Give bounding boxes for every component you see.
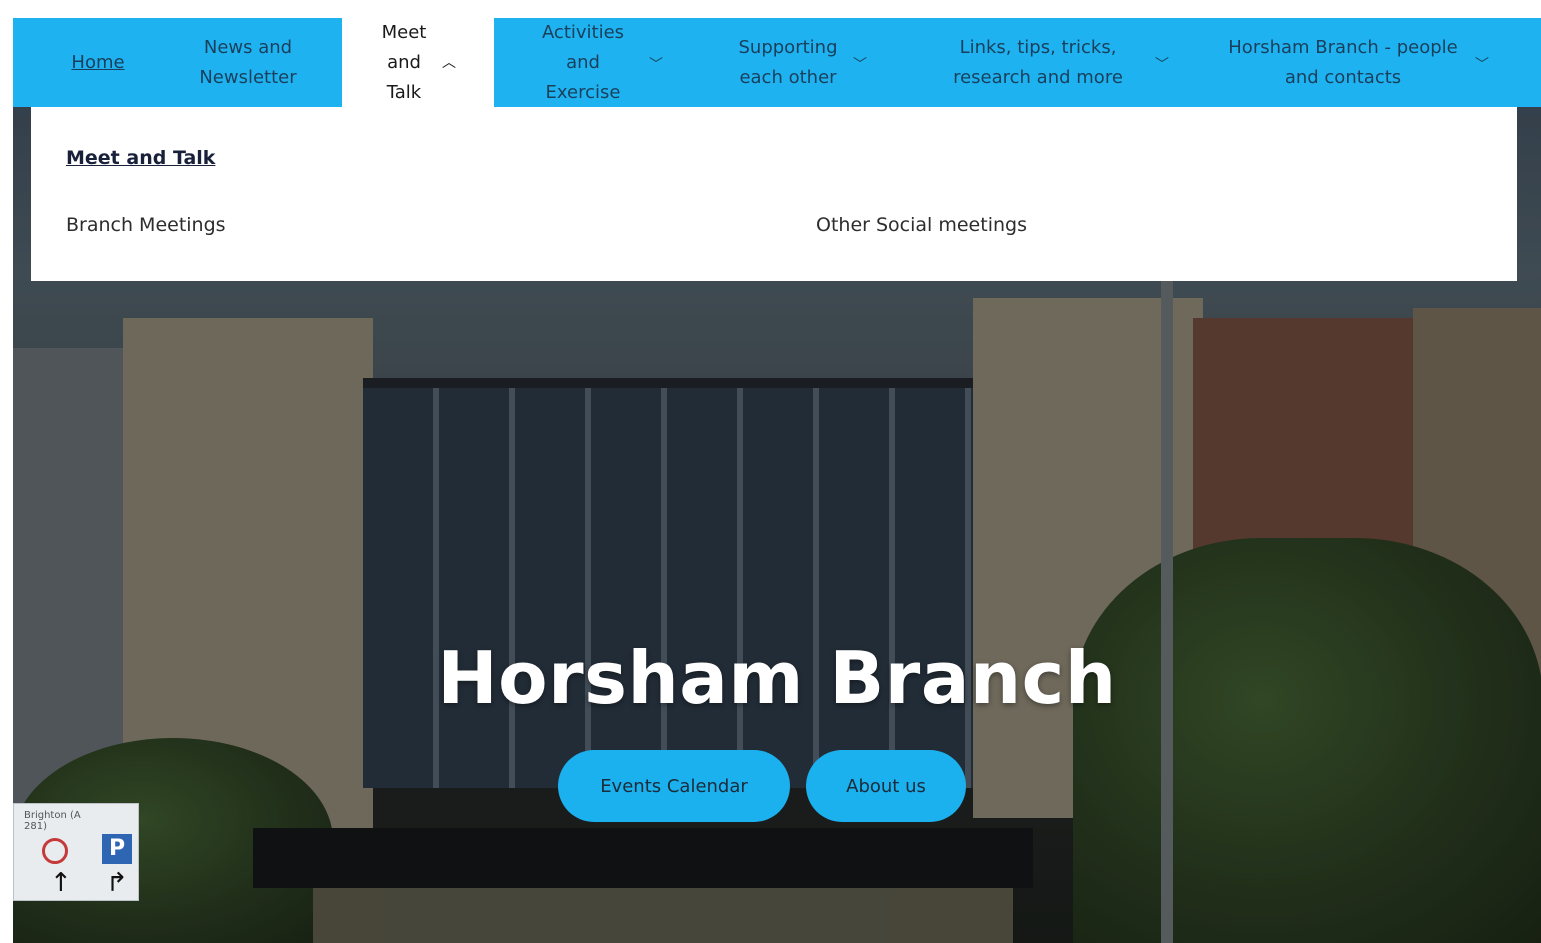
- nav-item-label: Links, tips, tricks, research and more: [953, 36, 1123, 88]
- nav-item-meet-and-talk[interactable]: Meet and Talk ︿: [342, 18, 494, 107]
- chevron-up-icon[interactable]: ︿: [442, 48, 456, 78]
- top-strip: [0, 0, 1541, 18]
- events-calendar-button[interactable]: Events Calendar: [558, 750, 790, 822]
- nav-item-label: Supporting each other: [738, 36, 838, 88]
- arrow-turn-right-icon: ↱: [106, 868, 128, 898]
- parking-sign-icon: P: [102, 834, 132, 864]
- hero-title: Horsham Branch: [437, 636, 1117, 720]
- dropdown-link-branch-meetings[interactable]: Branch Meetings: [66, 214, 226, 236]
- about-us-button[interactable]: About us: [806, 750, 966, 822]
- dropdown-title-link[interactable]: Meet and Talk: [66, 147, 215, 169]
- chevron-down-icon[interactable]: ﹀: [853, 50, 867, 80]
- nav-item-label: Activities and Exercise: [541, 21, 625, 103]
- no-entry-sign-icon: [42, 838, 68, 864]
- nav-item-news[interactable]: News and Newsletter: [183, 18, 313, 107]
- nav-item-links[interactable]: Links, tips, tricks, research and more ﹀: [923, 18, 1173, 107]
- arrow-up-icon: ↑: [50, 868, 72, 898]
- dropdown-link-other-social-meetings[interactable]: Other Social meetings: [816, 214, 1027, 236]
- nav-item-label: News and Newsletter: [199, 36, 297, 88]
- hero-buttons: Events Calendar About us: [13, 750, 1541, 822]
- chevron-down-icon[interactable]: ﹀: [649, 50, 663, 80]
- chevron-down-icon[interactable]: ﹀: [1155, 50, 1169, 80]
- nav-item-label: Meet and Talk: [381, 21, 427, 103]
- nav-item-activities[interactable]: Activities and Exercise ﹀: [513, 18, 673, 107]
- nav-item-horsham-branch[interactable]: Horsham Branch - people and contacts ﹀: [1223, 18, 1489, 107]
- nav-item-home[interactable]: Home: [53, 18, 143, 107]
- nav-item-supporting[interactable]: Supporting each other ﹀: [713, 18, 873, 107]
- chevron-down-icon[interactable]: ﹀: [1475, 50, 1489, 80]
- nav-item-label: Horsham Branch - people and contacts: [1228, 36, 1458, 88]
- main-nav: Home News and Newsletter Meet and Talk ︿…: [13, 18, 1541, 107]
- nav-item-label: Home: [71, 51, 125, 73]
- meet-and-talk-dropdown: Meet and Talk Branch Meetings Other Soci…: [31, 107, 1517, 281]
